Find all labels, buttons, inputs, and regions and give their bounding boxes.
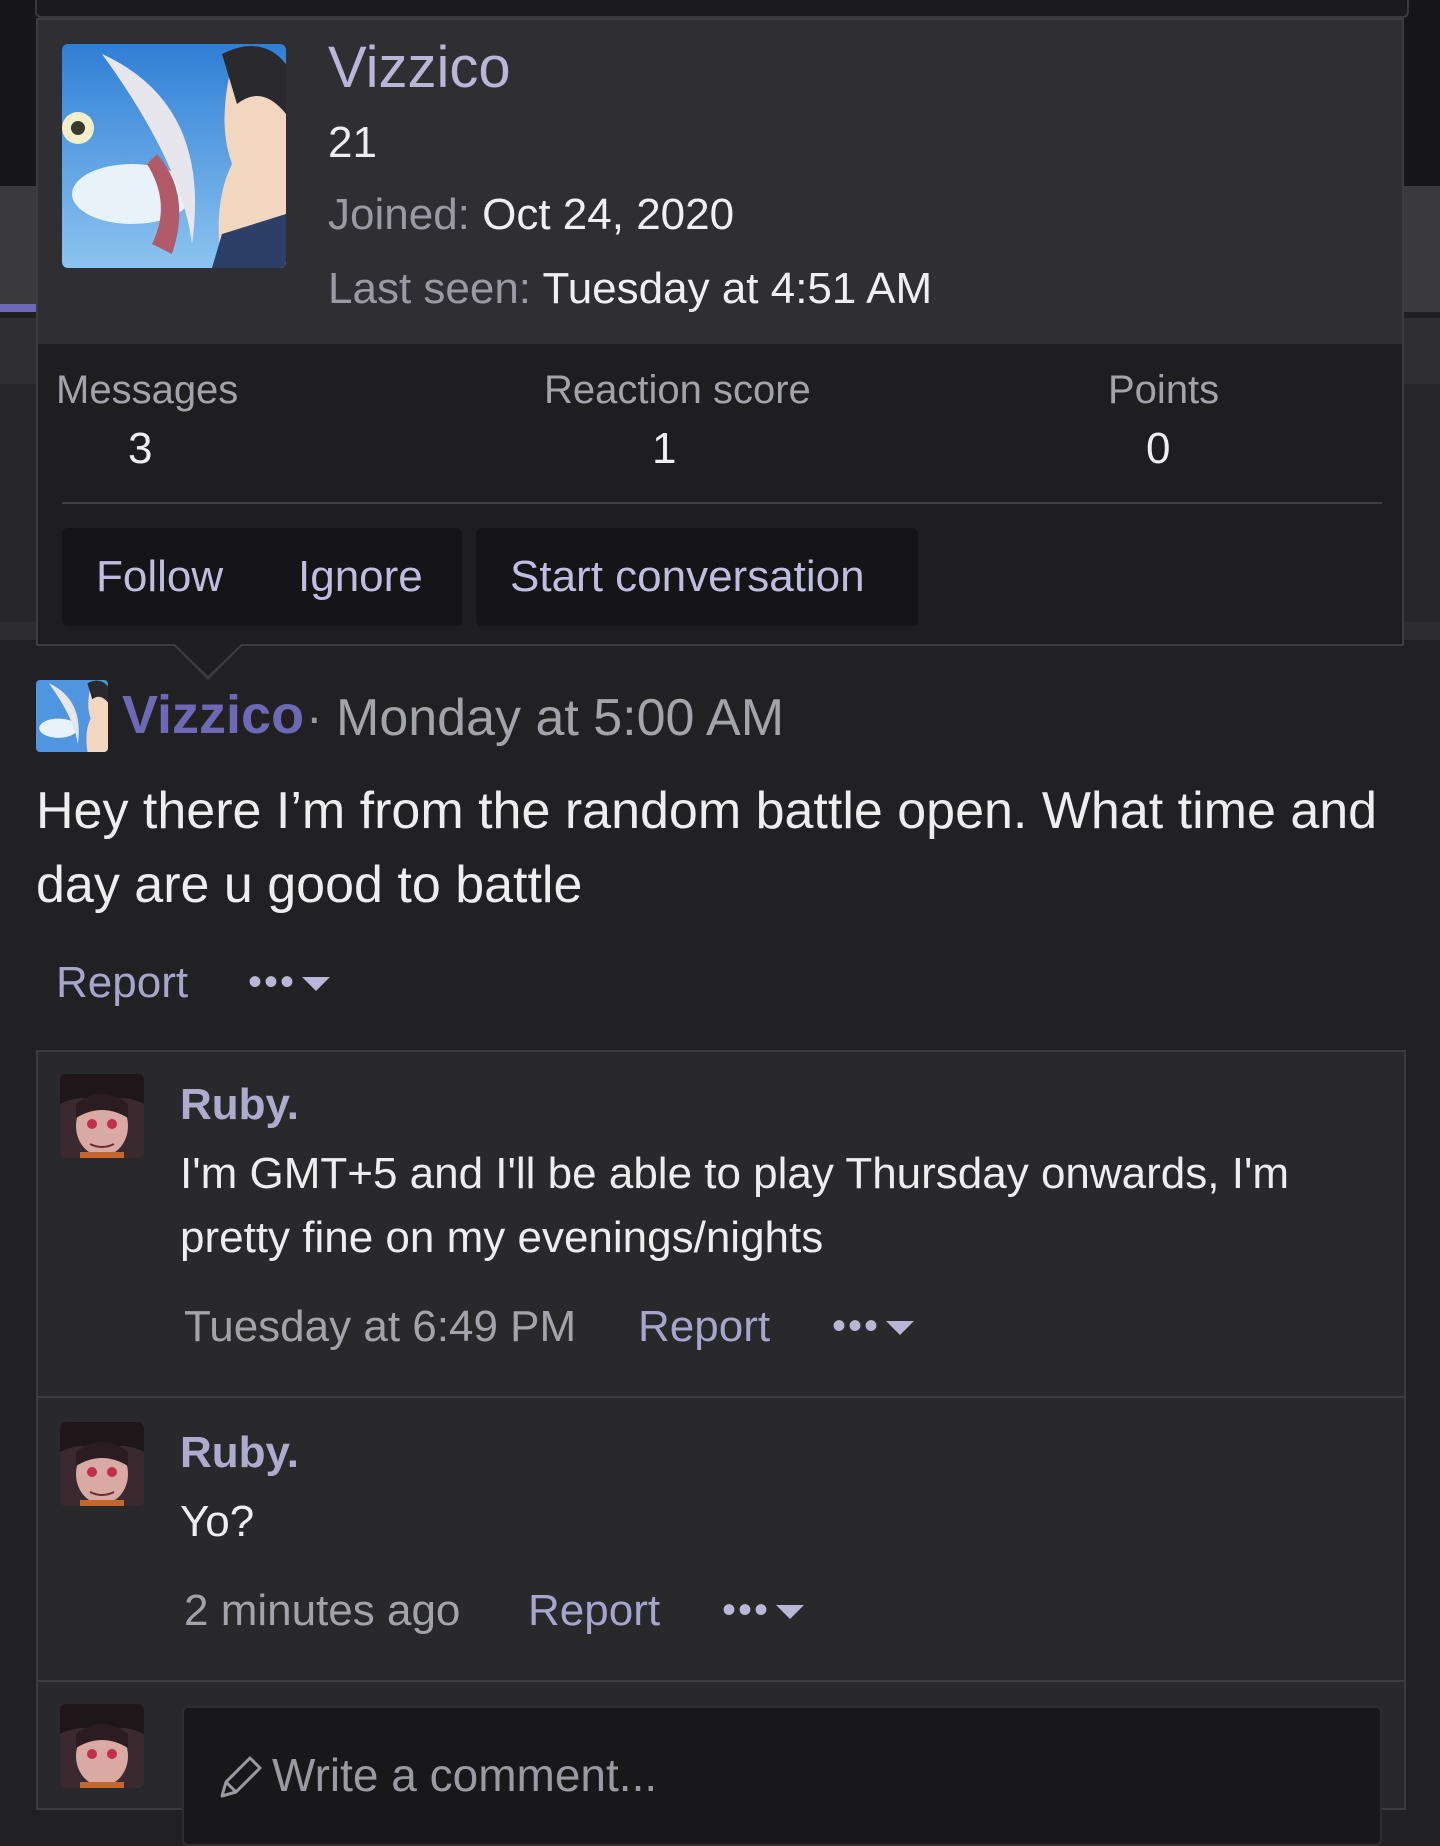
write-comment-input[interactable]: Write a comment... — [182, 1706, 1382, 1846]
pencil-icon — [220, 1756, 262, 1798]
joined-label: Joined: — [328, 190, 470, 239]
comment-author-avatar[interactable] — [60, 1422, 144, 1506]
member-tooltip-header: Vizzico 21 Joined: Oct 24, 2020 Last see… — [38, 20, 1402, 344]
member-joined: Joined: Oct 24, 2020 — [328, 190, 734, 240]
stat-reaction-score-label[interactable]: Reaction score — [544, 368, 811, 413]
post-author-avatar[interactable] — [36, 680, 108, 752]
post-timestamp[interactable]: Monday at 5:00 AM — [336, 688, 784, 748]
stat-messages-value[interactable]: 3 — [128, 424, 152, 474]
comment-timestamp[interactable]: 2 minutes ago — [184, 1586, 460, 1636]
more-dots-icon: ••• — [832, 1304, 881, 1348]
comment-divider — [38, 1680, 1404, 1682]
comment-author-name[interactable]: Ruby. — [180, 1428, 299, 1478]
comment-message: Yo? — [180, 1497, 255, 1546]
post-message: Hey there I’m from the random battle ope… — [36, 782, 1378, 914]
more-dots-icon: ••• — [722, 1588, 771, 1632]
comment-report-link[interactable]: Report — [528, 1586, 660, 1636]
stat-reaction-score-value[interactable]: 1 — [652, 424, 676, 474]
comment-author-avatar[interactable] — [60, 1074, 144, 1158]
last-seen-label: Last seen: — [328, 264, 532, 313]
comment-message: I'm GMT+5 and I'll be able to play Thurs… — [180, 1149, 1290, 1262]
current-user-avatar — [60, 1704, 144, 1788]
previous-popup-edge — [35, 0, 1409, 18]
active-tab-indicator — [0, 304, 36, 312]
tooltip-pointer-inner — [175, 644, 241, 676]
member-last-seen: Last seen: Tuesday at 4:51 AM — [328, 264, 932, 314]
more-dots-icon: ••• — [248, 960, 297, 1004]
post-meta-separator: · — [306, 689, 323, 745]
comment-report-link[interactable]: Report — [638, 1302, 770, 1352]
stat-messages-label[interactable]: Messages — [56, 368, 238, 413]
post-more-menu[interactable]: ••• — [248, 960, 331, 1005]
member-tooltip: Vizzico 21 Joined: Oct 24, 2020 Last see… — [36, 18, 1404, 646]
comment-more-menu[interactable]: ••• — [832, 1304, 915, 1349]
chevron-down-icon — [886, 1321, 915, 1336]
follow-ignore-group: Follow Ignore — [62, 528, 462, 626]
post-report-link[interactable]: Report — [56, 958, 188, 1008]
write-comment-placeholder: Write a comment... — [272, 1749, 658, 1801]
comments-list: Ruby. I'm GMT+5 and I'll be able to play… — [36, 1050, 1406, 1846]
member-avatar[interactable] — [62, 44, 286, 268]
comment-author-name[interactable]: Ruby. — [180, 1080, 299, 1130]
joined-value: Oct 24, 2020 — [482, 190, 735, 239]
follow-button[interactable]: Follow — [96, 528, 223, 626]
last-seen-value: Tuesday at 4:51 AM — [542, 264, 933, 313]
member-age: 21 — [328, 118, 377, 167]
stat-points-value[interactable]: 0 — [1146, 424, 1170, 474]
member-name[interactable]: Vizzico — [328, 34, 511, 101]
post-author-name[interactable]: Vizzico — [122, 684, 304, 746]
start-conversation-group: Start conversation — [476, 528, 918, 626]
start-conversation-button[interactable]: Start conversation — [510, 528, 865, 626]
comment-divider — [38, 1396, 1404, 1398]
chevron-down-icon — [776, 1605, 805, 1620]
comment-more-menu[interactable]: ••• — [722, 1588, 805, 1633]
ignore-button[interactable]: Ignore — [298, 528, 423, 626]
chevron-down-icon — [302, 977, 331, 992]
stat-points-label[interactable]: Points — [1108, 368, 1219, 413]
comment-timestamp[interactable]: Tuesday at 6:49 PM — [184, 1302, 576, 1352]
stats-divider — [62, 502, 1382, 504]
